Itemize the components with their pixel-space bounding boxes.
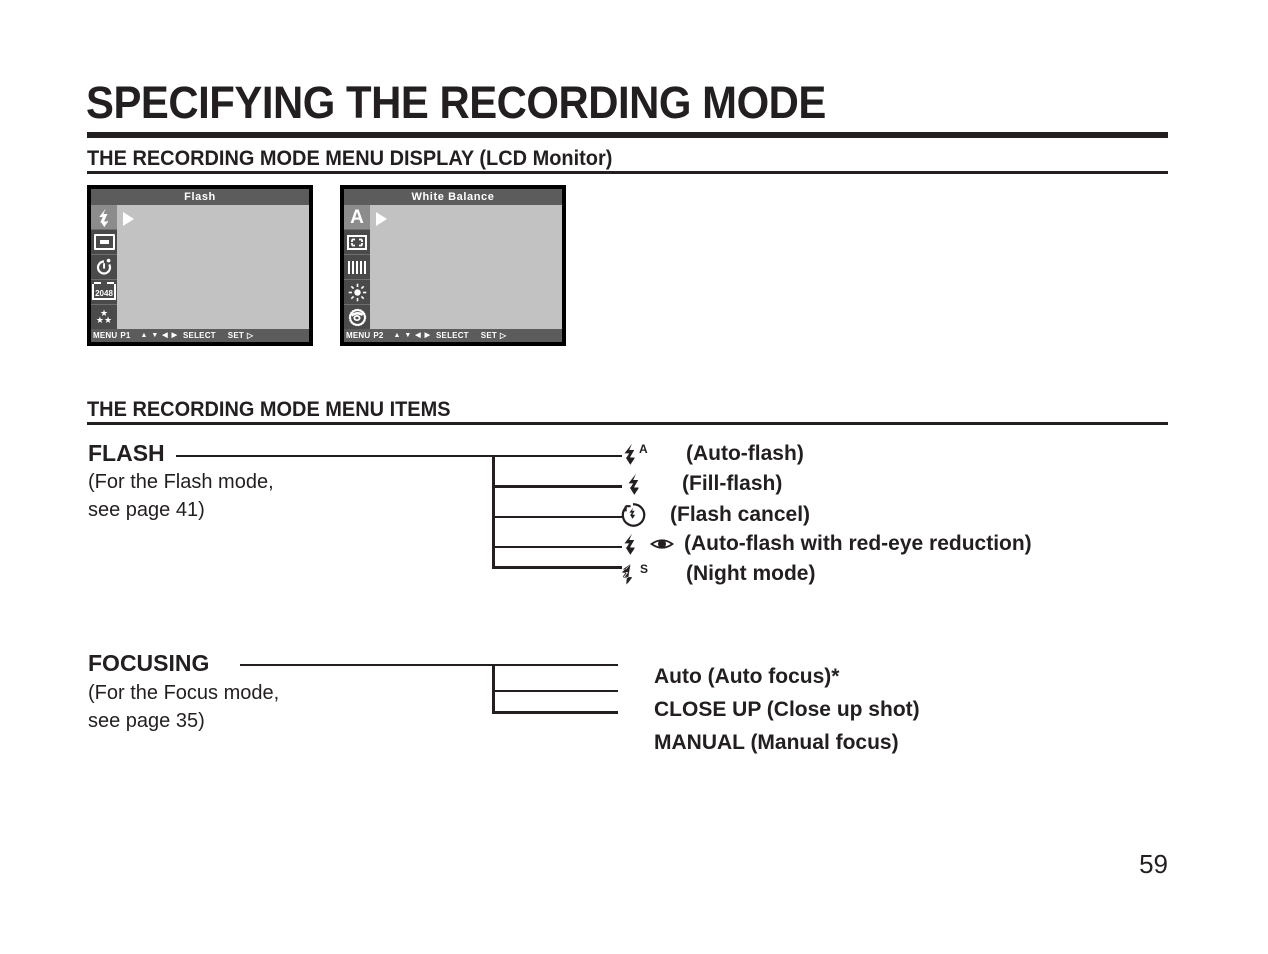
letter-a-glyph: A bbox=[350, 206, 364, 228]
flash-branch-2 bbox=[492, 485, 622, 488]
flash-bolt-glyph bbox=[624, 443, 635, 465]
page-title: SPECIFYING THE RECORDING MODE bbox=[86, 77, 826, 128]
flash-leader-line bbox=[176, 455, 622, 457]
auto-white-balance-icon[interactable]: A bbox=[344, 205, 370, 230]
flash-option-row: (Auto-flash with red-eye reduction) bbox=[618, 532, 1032, 556]
focusing-option-manual: MANUAL (Manual focus) bbox=[654, 731, 899, 754]
resolution-2048-icon[interactable]: 2048 bbox=[91, 280, 117, 305]
item-note-focusing: (For the Focus mode, see page 35) bbox=[88, 679, 279, 735]
flash-fill-label: (Fill-flash) bbox=[682, 472, 783, 495]
bb-select-label: SELECT bbox=[183, 331, 216, 340]
item-title-focusing: FOCUSING bbox=[88, 650, 210, 676]
bb-menu-label: MENU bbox=[346, 331, 371, 340]
bb-menu-label: MENU bbox=[93, 331, 118, 340]
lcd-screen-white-balance: White Balance A MENU P2 ▲ ▼ ◀ ▶ SELECT S… bbox=[340, 185, 566, 346]
focusing-option-close-up: CLOSE UP (Close up shot) bbox=[654, 698, 920, 721]
focusing-branch-3 bbox=[492, 711, 618, 714]
item-note-focusing-line2: see page 35) bbox=[88, 710, 205, 732]
stripes-glyph bbox=[348, 260, 366, 274]
section-heading-items: THE RECORDING MODE MENU ITEMS bbox=[87, 398, 451, 421]
item-note-flash-line2: see page 41) bbox=[88, 499, 205, 521]
flash-branch-3 bbox=[492, 516, 622, 518]
bb-set-label: SET bbox=[227, 331, 244, 340]
bb-arrows-icon: ▲ ▼ ◀ ▶ bbox=[140, 332, 179, 339]
flash-cancel-glyph bbox=[621, 503, 646, 527]
selection-pointer-icon bbox=[123, 212, 134, 226]
flash-night-superscript: S bbox=[640, 562, 649, 576]
flash-branch-5 bbox=[492, 566, 622, 569]
section-heading-display: THE RECORDING MODE MENU DISPLAY (LCD Mon… bbox=[87, 147, 613, 170]
title-divider bbox=[87, 132, 1168, 138]
flash-bolt-glyph bbox=[628, 473, 639, 495]
flash-cancel-label: (Flash cancel) bbox=[670, 503, 811, 526]
focus-brackets-icon[interactable] bbox=[344, 230, 370, 255]
frame-glyph bbox=[93, 234, 115, 250]
bb-select-label: SELECT bbox=[436, 331, 469, 340]
focusing-leader-line bbox=[240, 664, 618, 666]
lcd-bottom-bar-p2: MENU P2 ▲ ▼ ◀ ▶ SELECT SET ▷ bbox=[344, 329, 562, 342]
focusing-bracket-spine bbox=[492, 664, 495, 714]
flash-night-label: (Night mode) bbox=[686, 562, 816, 585]
flash-option-row: (Flash cancel) bbox=[620, 502, 810, 528]
flash-option-row: A (Auto-flash) bbox=[622, 442, 804, 466]
self-timer-glyph bbox=[96, 258, 112, 275]
flash-cancel-icon bbox=[620, 502, 660, 528]
item-note-focusing-line1: (For the Focus mode, bbox=[88, 682, 280, 704]
daylight-sun-icon[interactable] bbox=[344, 280, 370, 305]
section-divider-items bbox=[87, 422, 1168, 425]
selection-pointer-icon bbox=[376, 212, 387, 226]
item-note-flash-line1: (For the Flash mode, bbox=[88, 471, 274, 493]
item-title-flash: FLASH bbox=[88, 440, 165, 466]
lcd-icon-column-p1: 2048 ★ ★★ bbox=[91, 205, 117, 329]
flash-night-glyph bbox=[621, 563, 633, 585]
sun-glyph bbox=[348, 283, 366, 301]
flash-night-icon: S bbox=[620, 563, 660, 585]
flash-auto-label: (Auto-flash) bbox=[686, 442, 804, 465]
flash-bolt-glyph bbox=[98, 208, 108, 227]
lcd-icon-column-p2: A bbox=[344, 205, 370, 329]
resolution-glyph: 2048 bbox=[92, 282, 116, 300]
flash-auto-icon: A bbox=[622, 443, 662, 465]
lcd-title-flash: Flash bbox=[91, 189, 309, 205]
bb-set-arrow-icon: ▷ bbox=[246, 331, 254, 340]
focusing-branch-2 bbox=[492, 690, 618, 692]
camera-effect-glyph bbox=[348, 308, 366, 326]
bb-arrows-icon: ▲ ▼ ◀ ▶ bbox=[393, 332, 432, 339]
red-eye-icon bbox=[649, 539, 674, 549]
flash-redeye-icon bbox=[618, 533, 680, 555]
lcd-canvas-p2 bbox=[370, 205, 562, 329]
flash-option-row: (Fill-flash) bbox=[622, 472, 782, 496]
flash-redeye-label: (Auto-flash with red-eye reduction) bbox=[684, 532, 1032, 555]
section-divider-display bbox=[87, 171, 1168, 174]
bb-set-label: SET bbox=[480, 331, 497, 340]
focus-brackets-glyph bbox=[347, 234, 367, 250]
page-number: 59 bbox=[1139, 849, 1168, 879]
flash-icon[interactable] bbox=[91, 205, 117, 230]
lcd-canvas-p1 bbox=[117, 205, 309, 329]
flash-bolt-glyph bbox=[624, 533, 635, 555]
bb-set-arrow-icon: ▷ bbox=[499, 331, 507, 340]
bb-page-label: P1 bbox=[120, 331, 131, 340]
flash-fill-icon bbox=[622, 473, 662, 495]
stars-glyph: ★ ★★ bbox=[95, 308, 113, 325]
focusing-option-auto: Auto (Auto focus)* bbox=[654, 665, 840, 688]
item-note-flash: (For the Flash mode, see page 41) bbox=[88, 468, 274, 524]
flash-branch-4 bbox=[492, 546, 622, 548]
bb-page-label: P2 bbox=[373, 331, 384, 340]
flash-auto-superscript: A bbox=[639, 442, 648, 456]
flash-bracket-spine bbox=[492, 455, 495, 568]
lcd-screen-flash: Flash 2048 ★ ★★ MENU P1 ▲ ▼ ◀ ▶ SELECT S… bbox=[87, 185, 313, 346]
quality-stars-icon[interactable]: ★ ★★ bbox=[91, 305, 117, 329]
flash-option-row: S (Night mode) bbox=[620, 562, 815, 586]
lcd-title-white-balance: White Balance bbox=[344, 189, 562, 205]
lcd-bottom-bar-p1: MENU P1 ▲ ▼ ◀ ▶ SELECT SET ▷ bbox=[91, 329, 309, 342]
effect-camera-icon[interactable] bbox=[344, 305, 370, 329]
self-timer-icon[interactable] bbox=[91, 255, 117, 280]
fluorescent-icon[interactable] bbox=[344, 255, 370, 280]
frame-icon[interactable] bbox=[91, 230, 117, 255]
